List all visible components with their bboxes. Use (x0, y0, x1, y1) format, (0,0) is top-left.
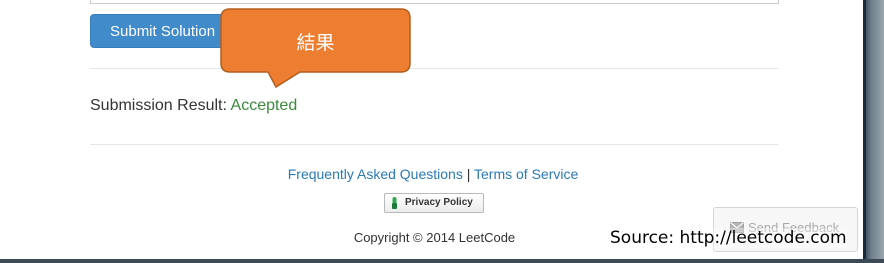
divider (90, 144, 778, 145)
divider (90, 68, 778, 69)
window-scrollbar-edge[interactable] (863, 0, 884, 263)
submit-solution-button[interactable]: Submit Solution (90, 14, 235, 48)
privacy-policy-label: Privacy Policy (405, 197, 473, 208)
code-editor-bottom-edge[interactable] (90, 0, 779, 4)
terms-of-service-link[interactable]: Terms of Service (474, 166, 578, 182)
window-bottom-edge (0, 259, 884, 263)
lock-shield-icon (392, 197, 397, 209)
submission-status: Accepted (230, 97, 298, 114)
privacy-policy-button[interactable]: Privacy Policy (384, 193, 484, 213)
submission-result-label: Submission Result: (90, 97, 231, 114)
faq-link[interactable]: Frequently Asked Questions (288, 166, 463, 182)
source-caption: Source: http://leetcode.com (610, 228, 847, 248)
submission-result: Submission Result: Accepted (90, 97, 297, 115)
result-callout: 結果 (220, 8, 411, 88)
footer-separator: | (466, 166, 471, 182)
footer-links: Frequently Asked Questions | Terms of Se… (0, 166, 863, 182)
callout-label: 結果 (296, 32, 335, 54)
